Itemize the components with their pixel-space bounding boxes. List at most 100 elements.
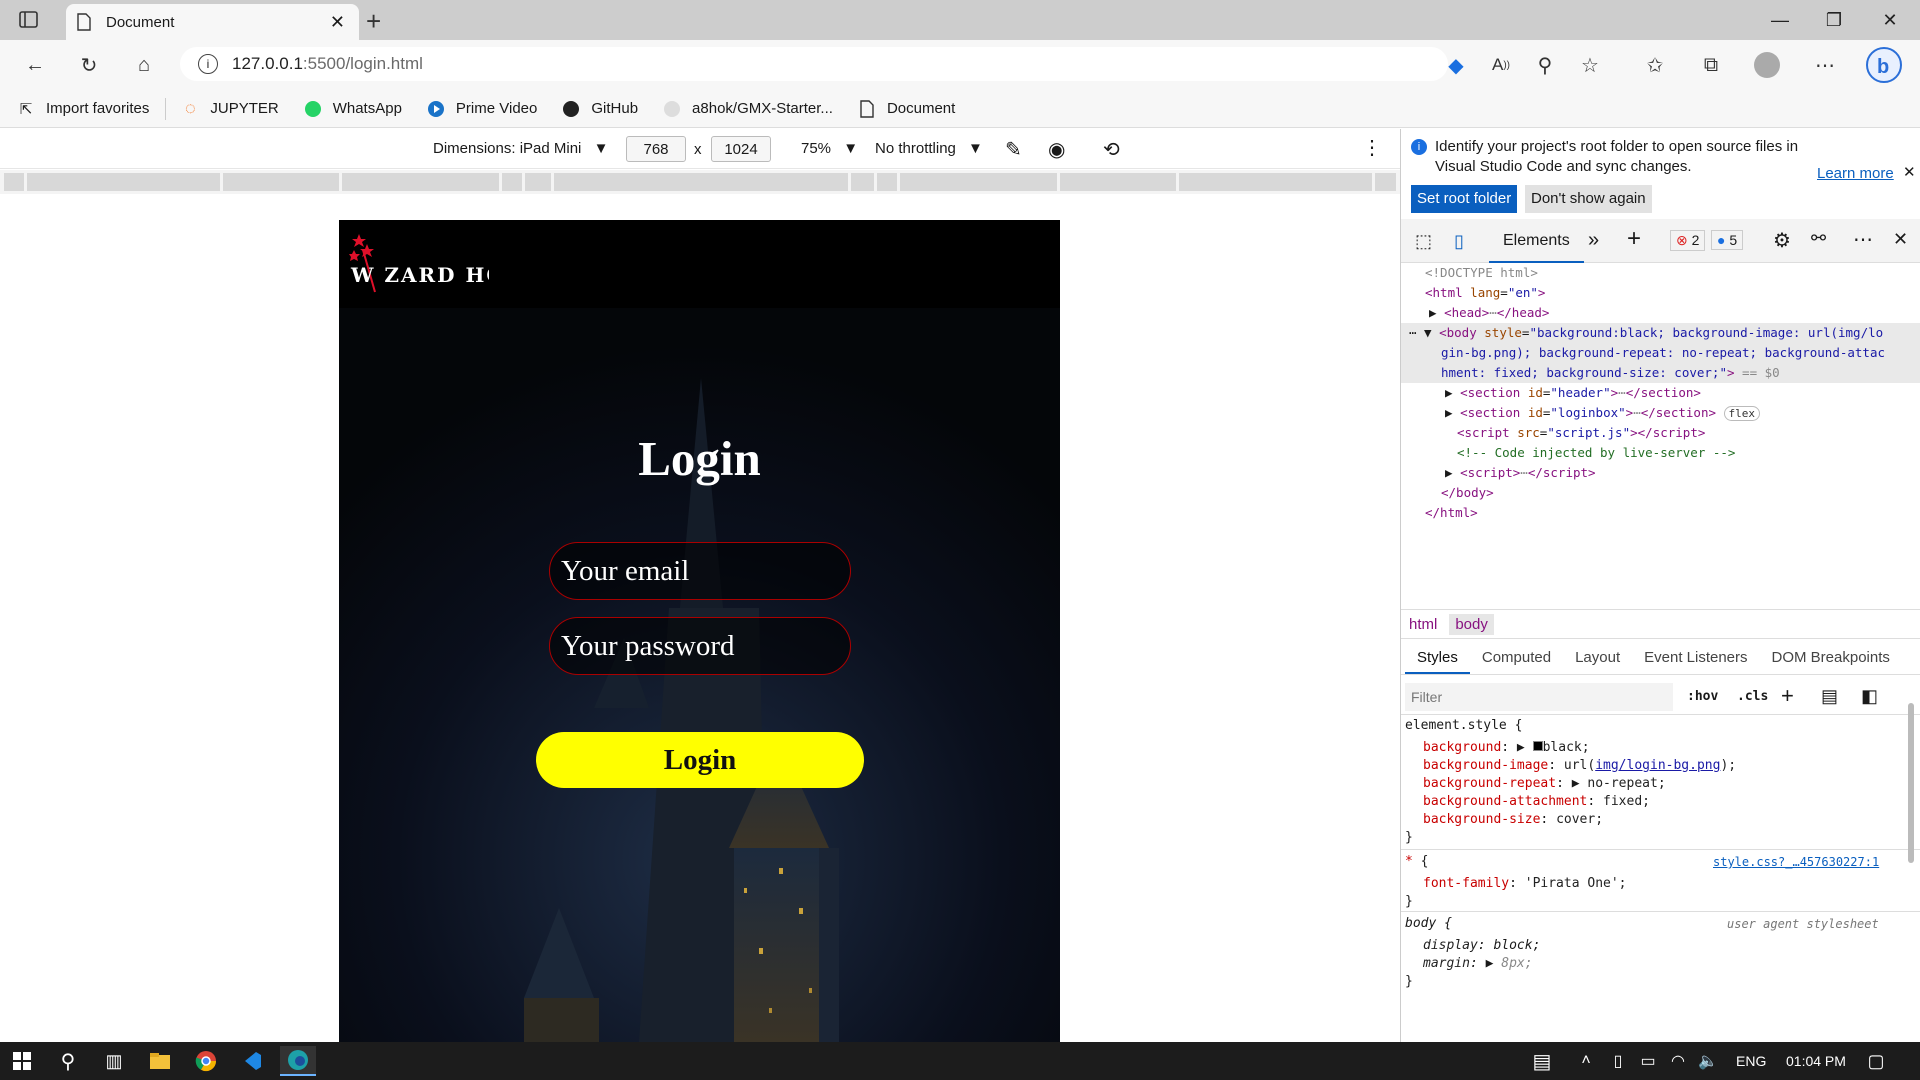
address-path: :5500/login.html	[302, 54, 423, 73]
flex-badge[interactable]: flex	[1723, 406, 1761, 421]
tray-chevron-icon[interactable]: ˄	[1568, 1046, 1604, 1076]
hov-button[interactable]: :hov	[1687, 689, 1718, 704]
paint-icon[interactable]: ▤	[1821, 686, 1838, 707]
maximize-button[interactable]: ❐	[1806, 0, 1862, 40]
favorite-jupyter[interactable]: ◌ JUPYTER	[180, 98, 279, 119]
dont-show-again-button[interactable]: Don't show again	[1525, 185, 1652, 213]
error-count-badge[interactable]: ⊗ 2	[1670, 230, 1706, 251]
close-tab-icon[interactable]: ✕	[330, 12, 345, 33]
task-view-icon[interactable]: ▥	[96, 1046, 132, 1076]
eyedropper-icon[interactable]: ✎	[1005, 137, 1022, 162]
tab-styles[interactable]: Styles	[1405, 649, 1470, 674]
close-window-button[interactable]: ✕	[1862, 0, 1918, 40]
favorite-document[interactable]: Document	[857, 99, 955, 119]
close-banner-icon[interactable]: ✕	[1903, 163, 1916, 181]
sidebar-toggle-icon[interactable]: ◧	[1861, 686, 1878, 707]
favorite-whatsapp[interactable]: WhatsApp	[303, 99, 402, 119]
tab-event-listeners[interactable]: Event Listeners	[1632, 649, 1759, 674]
style-rules[interactable]: element.style { background: ▶ black; bac…	[1401, 703, 1920, 1042]
chrome-icon[interactable]	[188, 1046, 224, 1076]
tab-computed[interactable]: Computed	[1470, 649, 1563, 674]
device-toolbar: Dimensions: iPad Mini ▼ 768 x 1024 75% ▼…	[0, 129, 1400, 169]
set-root-folder-button[interactable]: Set root folder	[1411, 185, 1518, 213]
tab-actions-icon[interactable]	[18, 10, 40, 30]
clock[interactable]: 01:04 PM	[1786, 1053, 1846, 1069]
password-field[interactable]: Your password	[549, 617, 851, 675]
filter-input[interactable]: Filter	[1405, 683, 1673, 711]
site-info-icon[interactable]: i	[198, 54, 218, 74]
dom-tree[interactable]: <!DOCTYPE html> <html lang="en"> ▶ <head…	[1401, 263, 1920, 608]
learn-more-link[interactable]: Learn more	[1817, 165, 1894, 182]
profile-avatar[interactable]	[1750, 50, 1784, 80]
import-icon: ⇱	[19, 100, 33, 118]
more-menu-icon[interactable]: ⋯	[1808, 50, 1842, 80]
login-button[interactable]: Login	[536, 732, 864, 788]
customize-icon[interactable]: ⚯	[1811, 228, 1826, 249]
crumb-body[interactable]: body	[1449, 613, 1494, 635]
minimize-button[interactable]: —	[1752, 0, 1808, 40]
tab-title: Document	[106, 13, 175, 31]
add-tab-icon[interactable]: +	[1627, 225, 1641, 253]
start-icon[interactable]	[4, 1046, 40, 1076]
crumb-html[interactable]: html	[1409, 616, 1437, 633]
address-bar[interactable]: i 127.0.0.1:5500/login.html	[180, 47, 1448, 81]
favorite-label: Import favorites	[46, 100, 150, 117]
width-input[interactable]: 768	[626, 136, 686, 162]
throttle-select[interactable]: No throttling ▼	[875, 140, 983, 157]
volume-icon[interactable]: 🔈	[1690, 1046, 1726, 1076]
edge-icon[interactable]	[280, 1046, 316, 1076]
height-input[interactable]: 1024	[711, 136, 771, 162]
message-count-badge[interactable]: ● 5	[1711, 230, 1744, 250]
new-rule-icon[interactable]: +	[1781, 683, 1794, 709]
devtools-tabbar: ⬚ ▯ Elements » + ⊗ 2 ● 5 ⚙ ⚯ ⋯ ✕	[1401, 219, 1920, 263]
add-favorite-icon[interactable]: ☆	[1573, 50, 1607, 80]
wizard-house-logo[interactable]: W ZARD HOUSE	[349, 232, 489, 296]
file-explorer-icon[interactable]	[142, 1046, 178, 1076]
tab-dom-breakpoints[interactable]: DOM Breakpoints	[1760, 649, 1902, 674]
refresh-icon[interactable]: ↻	[72, 50, 106, 80]
inspect-icon[interactable]: ⬚	[1415, 231, 1432, 252]
back-icon[interactable]: ←	[18, 50, 52, 80]
favorite-prime-video[interactable]: Prime Video	[426, 99, 537, 119]
zoom-select[interactable]: 75% ▼	[801, 140, 858, 157]
close-devtools-icon[interactable]: ✕	[1893, 229, 1908, 250]
favorites-icon[interactable]: ✩	[1638, 50, 1672, 80]
search-icon[interactable]: ⚲	[50, 1046, 86, 1076]
cls-button[interactable]: .cls	[1737, 689, 1768, 704]
color-swatch[interactable]	[1532, 741, 1543, 751]
home-icon[interactable]: ⌂	[127, 50, 161, 80]
rotate-icon[interactable]: ⟲	[1103, 137, 1120, 162]
devtools-more-icon[interactable]: ⋯	[1853, 227, 1873, 252]
settings-gear-icon[interactable]: ⚙	[1773, 228, 1791, 253]
browser-tab[interactable]: Document ✕	[66, 4, 359, 40]
favorite-repo[interactable]: a8hok/GMX-Starter...	[662, 99, 833, 119]
language-indicator[interactable]: ENG	[1736, 1053, 1766, 1069]
news-icon[interactable]: ▤	[1524, 1046, 1560, 1076]
style-file-link[interactable]: style.css?_…457630227:1	[1713, 853, 1879, 871]
collections-icon[interactable]: ⧉	[1694, 50, 1728, 80]
read-aloud-icon[interactable]: A))	[1484, 50, 1518, 80]
scrollbar[interactable]	[1908, 703, 1914, 863]
vscode-icon[interactable]	[234, 1046, 270, 1076]
new-tab-button[interactable]: +	[366, 6, 381, 37]
notifications-icon[interactable]: ▢	[1858, 1046, 1894, 1076]
tab-layout[interactable]: Layout	[1563, 649, 1632, 674]
device-toggle-icon[interactable]: ▯	[1454, 231, 1464, 252]
castle-background	[339, 308, 1060, 1042]
favorite-import[interactable]: ⇱ Import favorites	[16, 99, 150, 119]
favorite-label: a8hok/GMX-Starter...	[692, 100, 833, 117]
email-field[interactable]: Your email	[549, 542, 851, 600]
divider	[165, 97, 167, 120]
vision-icon[interactable]: ◉	[1048, 137, 1065, 162]
coupon-icon[interactable]: ◆	[1439, 50, 1473, 80]
media-query-bar[interactable]	[0, 170, 1400, 194]
dimensions-select[interactable]: Dimensions: iPad Mini ▼	[433, 140, 608, 157]
dimensions-label: Dimensions: iPad Mini	[433, 140, 582, 157]
more-tabs-icon[interactable]: »	[1588, 229, 1599, 252]
device-more-icon[interactable]: ⋮	[1362, 135, 1382, 160]
favorites-bar: ⇱ Import favorites ◌ JUPYTER WhatsApp Prim…	[0, 90, 1920, 128]
tab-elements[interactable]: Elements	[1489, 219, 1584, 263]
bing-copilot-icon[interactable]: b	[1864, 45, 1904, 85]
zoom-icon[interactable]: ⚲	[1528, 50, 1562, 80]
favorite-github[interactable]: GitHub	[561, 99, 638, 119]
